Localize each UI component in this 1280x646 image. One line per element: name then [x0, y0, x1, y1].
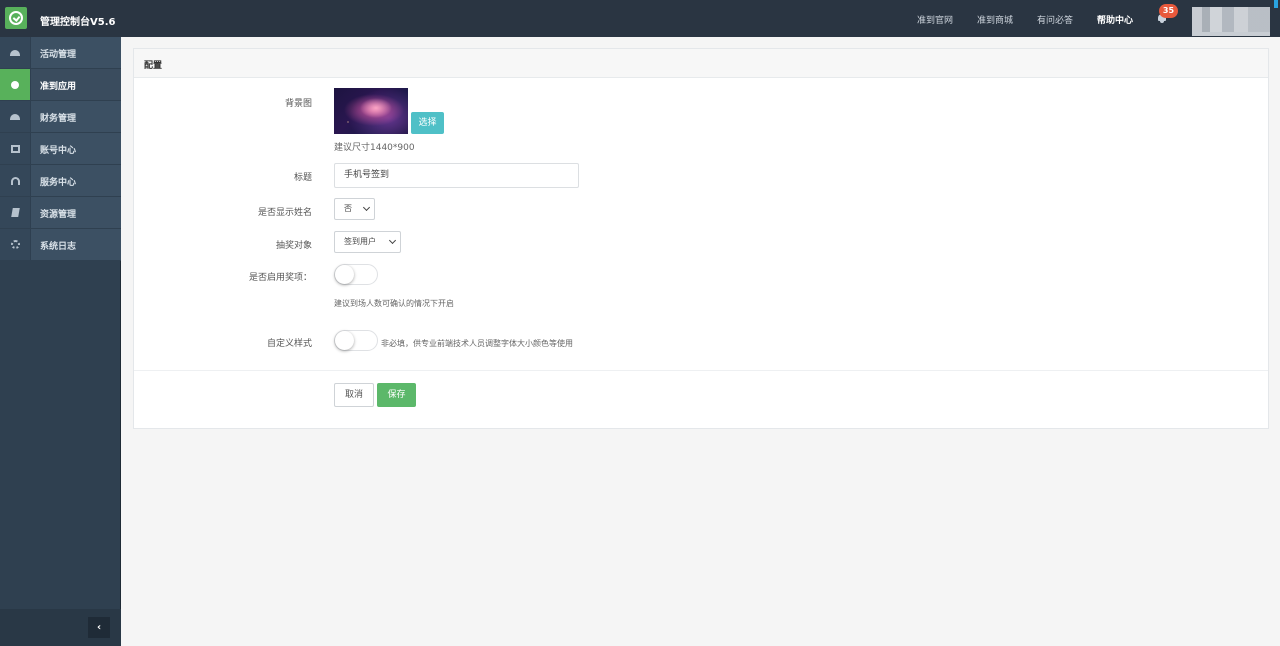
panel-header: 配置 [134, 49, 1268, 78]
topnav-help-center[interactable]: 帮助中心 [1097, 13, 1133, 26]
sidebar-item-label: 服务中心 [40, 178, 77, 188]
panel-title: 配置 [144, 61, 163, 71]
form-divider [134, 370, 1268, 371]
user-name-bar [1192, 32, 1270, 36]
dashboard-icon [0, 101, 31, 132]
gears-icon [0, 229, 31, 260]
custom-style-toggle[interactable] [334, 330, 378, 351]
sidebar-item-zhundao-apps[interactable]: 准到应用 [0, 69, 121, 101]
enable-prize-label: 是否启用奖项： [248, 273, 312, 283]
sidebar-item-label: 账号中心 [40, 146, 77, 156]
save-button[interactable]: 保存 [377, 383, 416, 407]
chevron-down-icon [362, 203, 371, 212]
book-icon [0, 197, 31, 228]
id-card-icon [0, 133, 31, 164]
avatar[interactable] [1192, 7, 1270, 32]
sidebar-item-label: 准到应用 [40, 82, 77, 92]
chevron-down-icon [388, 236, 397, 245]
sidebar: 活动管理 准到应用 财务管理 账号中心 服务中心 资源管理 系统日志 ‹ [0, 37, 121, 646]
draw-target-label: 抽奖对象 [275, 241, 312, 251]
sidebar-item-resource-management[interactable]: 资源管理 [0, 197, 121, 229]
sidebar-item-system-log[interactable]: 系统日志 [0, 229, 121, 261]
draw-target-select[interactable]: 签到用户 [334, 231, 401, 253]
enable-prize-hint: 建议到场人数可确认的情况下开启 [334, 299, 454, 308]
config-panel: 配置 背景图 选择 建议尺寸1440*900 标题 手机号签到 是否显示姓名 否… [133, 48, 1269, 429]
custom-style-hint: 非必填，供专业前端技术人员调整字体大小颜色等使用 [381, 339, 573, 348]
scroll-indicator [1274, 0, 1278, 8]
sidebar-item-label: 系统日志 [40, 242, 77, 252]
sidebar-item-label: 资源管理 [40, 210, 77, 220]
topnav-mall[interactable]: 准到商城 [977, 13, 1013, 26]
topnav-faq[interactable]: 有问必答 [1037, 13, 1073, 26]
show-name-label: 是否显示姓名 [257, 208, 312, 218]
brand[interactable]: 管理控制台V5.6 [0, 0, 121, 37]
notification-badge[interactable]: 35 [1159, 4, 1178, 18]
topnav-official-site[interactable]: 准到官网 [917, 13, 953, 26]
sidebar-item-account-center[interactable]: 账号中心 [0, 133, 121, 165]
background-size-hint: 建议尺寸1440*900 [334, 143, 415, 153]
top-bar: 管理控制台V5.6 准到官网 准到商城 有问必答 帮助中心 35 [0, 0, 1280, 37]
headset-icon [0, 165, 31, 196]
select-background-button[interactable]: 选择 [411, 112, 444, 134]
background-label: 背景图 [284, 99, 312, 109]
background-image-preview [334, 88, 408, 134]
title-label: 标题 [293, 173, 312, 183]
cancel-button[interactable]: 取消 [334, 383, 374, 407]
dashboard-icon [0, 37, 31, 68]
sidebar-item-label: 财务管理 [40, 114, 77, 124]
custom-style-label: 自定义样式 [266, 339, 312, 349]
show-name-select[interactable]: 否 [334, 198, 375, 220]
app-title: 管理控制台V5.6 [40, 17, 116, 28]
sidebar-item-service-center[interactable]: 服务中心 [0, 165, 121, 197]
draw-target-value: 签到用户 [344, 237, 376, 246]
sidebar-footer: ‹ [0, 609, 121, 646]
show-name-value: 否 [344, 204, 352, 213]
logo-icon [5, 7, 27, 29]
title-input[interactable]: 手机号签到 [334, 163, 579, 188]
sidebar-item-label: 活动管理 [40, 50, 77, 60]
sidebar-item-activity-management[interactable]: 活动管理 [0, 37, 121, 69]
enable-prize-toggle[interactable] [334, 264, 378, 285]
sidebar-item-finance[interactable]: 财务管理 [0, 101, 121, 133]
collapse-sidebar-button[interactable]: ‹ [88, 617, 110, 638]
circle-icon [0, 69, 31, 100]
